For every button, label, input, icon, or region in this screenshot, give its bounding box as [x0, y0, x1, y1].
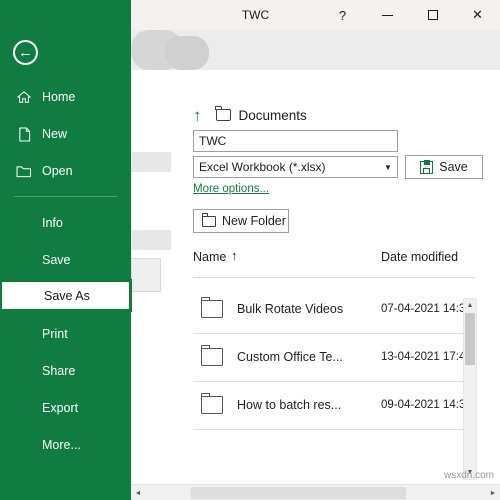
horizontal-scroll-thumb[interactable]: [191, 487, 406, 499]
backstage-navigation-rail: ← Home New Open Info Save Save As Print …: [0, 0, 132, 500]
minimize-icon: [382, 14, 393, 16]
file-list-vertical-scrollbar[interactable]: ▲ ▼: [463, 298, 477, 480]
new-folder-label: New Folder: [222, 214, 286, 228]
background-decoration-cloud-right: [165, 36, 209, 70]
current-folder-label: Documents: [238, 107, 307, 123]
table-row[interactable]: How to batch res... 09-04-2021 14:33: [193, 381, 475, 430]
open-folder-icon: [9, 165, 39, 178]
background-panel-2: [131, 230, 171, 250]
chevron-down-icon: ▼: [384, 162, 392, 172]
file-date-modified: 09-04-2021 14:33: [381, 399, 472, 411]
sidebar-item-label: Home: [42, 90, 76, 104]
current-path-row: ↑ Documents: [193, 103, 307, 127]
home-icon: [9, 90, 39, 104]
sidebar-item-info[interactable]: Info: [0, 208, 131, 238]
column-header-date-modified[interactable]: Date modified: [381, 250, 458, 264]
scroll-left-icon[interactable]: ◄: [131, 486, 145, 500]
watermark: wsxdn.com: [443, 470, 494, 481]
column-header-name[interactable]: Name: [193, 250, 226, 264]
maximize-icon: [427, 10, 438, 20]
back-button[interactable]: ←: [13, 40, 38, 65]
sidebar-item-more[interactable]: More...: [0, 430, 131, 460]
file-list-header-divider: [193, 277, 475, 278]
horizontal-scrollbar[interactable]: ◄ ►: [131, 484, 500, 500]
sidebar-item-label: More...: [42, 438, 81, 452]
more-options-link[interactable]: More options...: [193, 183, 269, 195]
file-name: How to batch res...: [237, 398, 342, 412]
folder-icon: [200, 393, 223, 414]
sidebar-item-label: Share: [42, 364, 76, 378]
sidebar-item-save[interactable]: Save: [0, 245, 131, 275]
sort-ascending-icon: ↑: [231, 248, 238, 263]
file-type-dropdown[interactable]: Excel Workbook (*.xlsx) ▼: [193, 156, 398, 178]
maximize-button[interactable]: [410, 0, 455, 30]
minimize-button[interactable]: [365, 0, 410, 30]
excel-save-as-backstage: TWC ? ✕ ← Home New Open Info Save Save A…: [0, 0, 500, 500]
save-as-pane: ↑ Documents Excel Workbook (*.xlsx) ▼ Sa…: [183, 95, 500, 500]
sidebar-item-save-as[interactable]: Save As: [0, 279, 132, 312]
sidebar-item-label: Export: [42, 401, 79, 415]
new-folder-button[interactable]: New Folder: [193, 209, 289, 233]
new-document-icon: [9, 126, 39, 142]
sidebar-item-label: Info: [42, 216, 63, 230]
file-name: Custom Office Te...: [237, 350, 343, 364]
scroll-up-icon[interactable]: ▲: [464, 299, 476, 312]
file-list-header: Name ↑ Date modified: [193, 248, 485, 274]
help-icon: ?: [338, 7, 347, 23]
save-disk-icon: [420, 160, 434, 174]
sidebar-item-label: Open: [42, 164, 73, 178]
sidebar-item-label: Print: [42, 327, 68, 341]
sidebar-item-new[interactable]: New: [0, 119, 131, 149]
file-date-modified: 07-04-2021 14:34: [381, 303, 472, 315]
folder-icon: [200, 345, 223, 366]
table-row[interactable]: Bulk Rotate Videos 07-04-2021 14:34: [193, 285, 475, 334]
scroll-right-icon[interactable]: ►: [486, 486, 500, 500]
sidebar-item-label: Save: [42, 253, 71, 267]
sidebar-item-export[interactable]: Export: [0, 393, 131, 423]
close-button[interactable]: ✕: [455, 0, 500, 30]
title-bar: TWC ? ✕: [131, 0, 500, 30]
up-one-level-icon[interactable]: ↑: [193, 107, 202, 124]
close-icon: ✕: [472, 7, 483, 22]
sidebar-item-label: Save As: [44, 288, 90, 303]
file-date-modified: 13-04-2021 17:44: [381, 351, 472, 363]
background-panel-3: [131, 258, 161, 292]
table-row[interactable]: Custom Office Te... 13-04-2021 17:44: [193, 333, 475, 382]
sidebar-item-open[interactable]: Open: [0, 156, 131, 186]
help-button[interactable]: ?: [320, 0, 365, 30]
vertical-scroll-thumb[interactable]: [465, 313, 475, 365]
folder-icon: [200, 297, 223, 318]
sidebar-item-home[interactable]: Home: [0, 82, 131, 112]
file-name: Bulk Rotate Videos: [237, 302, 344, 316]
sidebar-item-share[interactable]: Share: [0, 356, 131, 386]
sidebar-item-print[interactable]: Print: [0, 319, 131, 349]
file-type-value: Excel Workbook (*.xlsx): [199, 160, 326, 174]
filename-input[interactable]: [193, 130, 398, 152]
save-button-label: Save: [439, 160, 468, 174]
folder-icon: [215, 106, 231, 121]
sidebar-item-label: New: [42, 127, 68, 141]
background-panel-1: [131, 152, 171, 172]
save-button[interactable]: Save: [405, 155, 483, 179]
new-folder-icon: [201, 213, 216, 227]
sidebar-divider: [14, 196, 117, 197]
back-arrow-icon: ←: [18, 44, 33, 61]
